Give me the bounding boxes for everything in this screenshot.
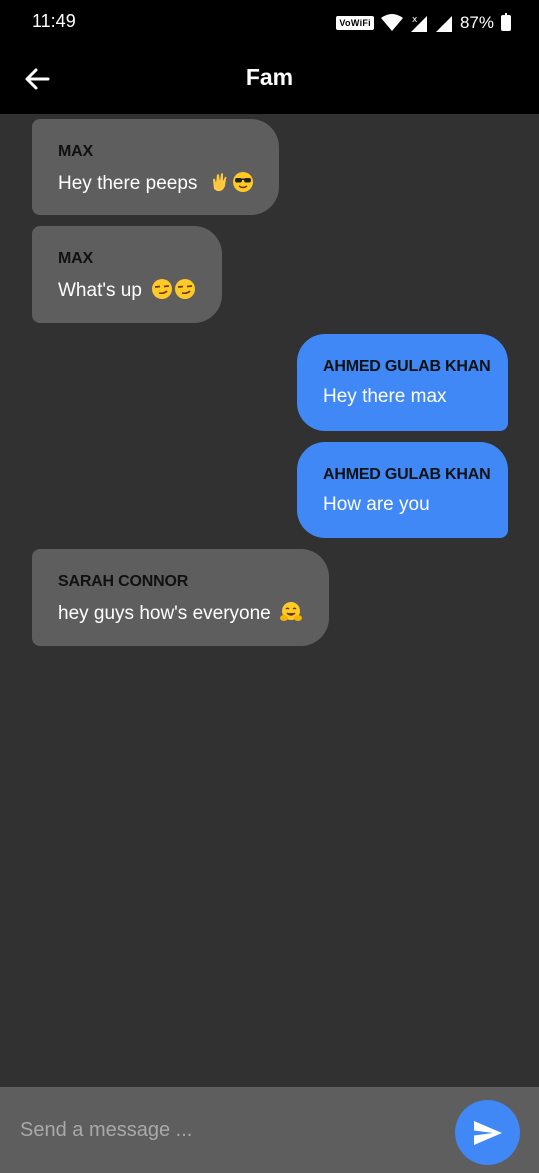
message-sender: SARAH CONNOR (58, 573, 189, 590)
message-input[interactable] (0, 1087, 440, 1173)
vowifi-badge: VoWiFi (336, 16, 374, 30)
message-bubble[interactable]: AHMED GULAB KHAN Hey there max (297, 334, 508, 431)
chat-title: Fam (245, 64, 294, 90)
hugging-face-icon (280, 602, 303, 621)
sunglasses-face-icon (232, 172, 253, 192)
send-icon (473, 1120, 502, 1145)
wifi-icon (380, 14, 403, 31)
waving-hand-icon (212, 173, 227, 192)
message-composer (0, 1087, 539, 1173)
status-bar: 11:49 VoWiFi x 87% (0, 0, 539, 44)
message-sender: MAX (58, 250, 93, 267)
battery-level: 87% (459, 13, 494, 32)
cell-signal-icon-2 (435, 16, 452, 32)
message-sender: AHMED GULAB KHAN (323, 466, 491, 483)
message-text: What's up (58, 278, 196, 302)
message-bubble[interactable]: AHMED GULAB KHAN How are you (297, 442, 508, 538)
smirk-face-icon (152, 279, 173, 299)
message-text: Hey there max (323, 386, 447, 407)
status-icons: VoWiFi x 87% (336, 11, 511, 35)
cell-signal-icon: x (410, 15, 427, 32)
chat-screen: 11:49 VoWiFi x 87% Fam MAX Hey there pee… (0, 0, 539, 1173)
message-bubble[interactable]: MAX What's up (32, 226, 222, 323)
message-text: How are you (323, 494, 430, 515)
app-header: Fam (0, 44, 539, 114)
message-bubble[interactable]: SARAH CONNOR hey guys how's everyone (32, 549, 329, 646)
message-text: Hey there peeps (58, 171, 254, 195)
message-text: hey guys how's everyone (58, 601, 303, 625)
smirk-face-icon (175, 279, 196, 299)
message-sender: MAX (58, 143, 93, 160)
battery-icon (501, 13, 511, 31)
svg-text:x: x (412, 15, 418, 25)
message-sender: AHMED GULAB KHAN (323, 358, 491, 375)
status-time: 11:49 (32, 11, 76, 31)
send-button[interactable] (455, 1100, 520, 1165)
message-bubble[interactable]: MAX Hey there peeps (32, 119, 279, 215)
